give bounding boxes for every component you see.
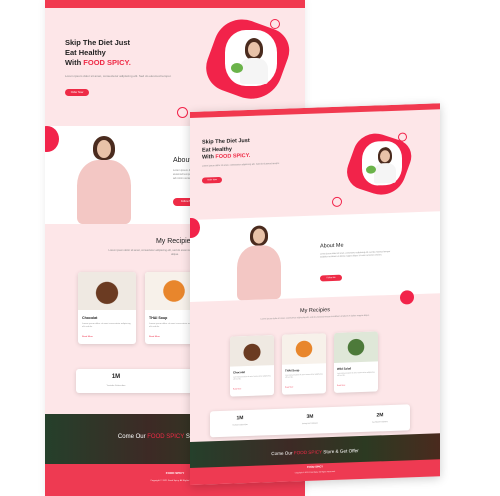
hero-title-line-2: Eat Healthy [65, 48, 106, 57]
hero-title: Skip The Diet Just Eat Healthy With FOOD… [202, 136, 302, 162]
top-bar [45, 0, 305, 8]
recipe-text: Lorem ipsum dolor sit amet consectetur a… [82, 323, 131, 328]
recipe-text: Lorem ipsum dolor sit amet consectetur a… [337, 371, 375, 378]
read-more-link[interactable]: Read More [233, 388, 241, 390]
stat-label: Instagram Followers [301, 422, 319, 426]
salad-bowl [231, 63, 243, 73]
hero-person-body [374, 162, 396, 184]
recipe-name: Chocolat [233, 370, 245, 375]
about-person-body [77, 160, 131, 224]
recipe-image [230, 335, 274, 367]
hero-title-accent: FOOD SPICY. [215, 152, 251, 161]
stat-value: 1M [236, 415, 244, 422]
decor-ring [398, 132, 407, 142]
about-section [190, 211, 440, 302]
stat-value: 2M [376, 412, 384, 419]
recipe-card[interactable]: Chocolat Lorem ipsum dolor sit amet cons… [230, 335, 274, 397]
recipe-name: THAI Soup [285, 368, 300, 373]
hero-person-face [248, 42, 260, 57]
hero-title-with: With [65, 58, 82, 67]
store-accent: FOOD SPICY [147, 434, 185, 440]
recipe-card[interactable]: Wild Salad Lorem ipsum dolor sit amet co… [334, 331, 378, 393]
recipes-subtitle: Lorem ipsum dolor sit amet, consectetur … [260, 314, 370, 321]
about-title: About Me [320, 242, 344, 250]
stat-label: Facebook Followers [371, 421, 389, 424]
stat-label: Youtube Subscriber [106, 385, 126, 387]
store-accent: FOOD SPICY [293, 449, 323, 456]
hero-title-with: With [202, 154, 214, 161]
recipe-text: Lorem ipsum dolor sit amet consectetur a… [285, 373, 323, 380]
hero-title: Skip The Diet Just Eat Healthy With FOOD… [65, 38, 185, 68]
decor-ring [332, 196, 342, 208]
recipe-image [282, 333, 326, 365]
store-prefix: Come Our [271, 450, 293, 457]
about-person-body [237, 244, 281, 301]
recipe-card[interactable]: THAI Soup Lorem ipsum dolor sit amet con… [282, 333, 326, 395]
recipe-text: Lorem ipsum dolor sit amet consectetur a… [233, 375, 271, 381]
recipe-card[interactable]: Chocolat Lorem ipsum dolor sit amet cons… [78, 272, 136, 344]
decor-dot [400, 290, 414, 305]
decor-ring [270, 19, 280, 29]
recipe-name: Chocolat [82, 316, 98, 320]
about-person-face [97, 140, 111, 158]
recipe-name: THAI Soup [149, 316, 168, 320]
front-page-mockup: Skip The Diet Just Eat Healthy With FOOD… [190, 103, 440, 485]
recipe-name: Wild Salad [337, 366, 352, 371]
stats-bar: 1M Youtube Subscriber 3M Instagram Follo… [210, 404, 410, 438]
follow-me-button[interactable]: Follow Me [320, 274, 342, 282]
hero-person-body [240, 58, 268, 84]
read-more-link[interactable]: Read More [82, 336, 93, 338]
hero-text: Lorem ipsum dolor sit amet, consectetur … [202, 162, 280, 168]
stat-value: 1M [111, 374, 121, 380]
decor-ring [177, 107, 188, 118]
stat-value: 3M [306, 413, 314, 420]
read-more-link[interactable]: Read More [337, 385, 345, 387]
order-now-button[interactable]: Order Now [202, 176, 222, 184]
hero-title-line-1: Skip The Diet Just [65, 38, 131, 47]
read-more-link[interactable]: Read More [285, 386, 293, 388]
read-more-link[interactable]: Read More [149, 336, 160, 338]
recipe-image [78, 272, 136, 310]
store-prefix: Come Our [117, 434, 146, 440]
order-now-button[interactable]: Order Now [65, 89, 89, 96]
stat-label: Youtube Subscriber [232, 423, 248, 427]
recipe-image [334, 331, 378, 363]
hero-text: Lorem ipsum dolor sit amet, consectetur … [65, 74, 172, 78]
hero-title-accent: FOOD SPICY. [83, 58, 131, 67]
